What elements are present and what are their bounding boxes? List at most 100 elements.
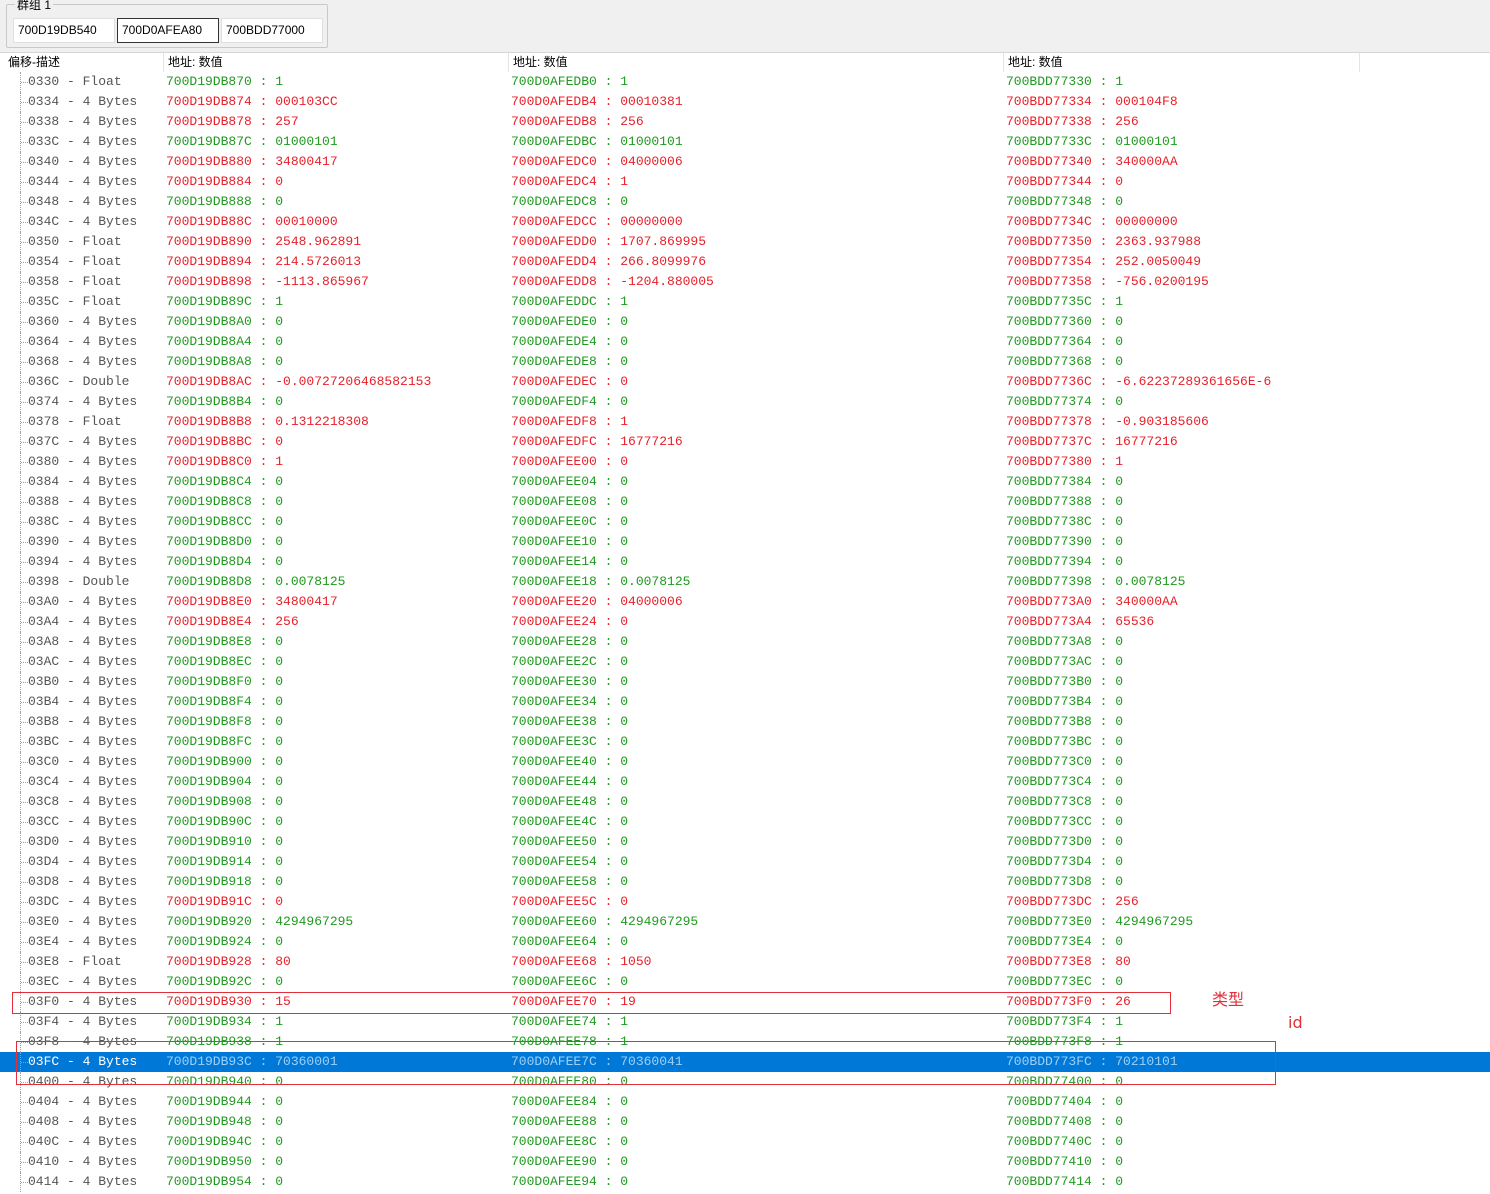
table-row[interactable]: 040C - 4 Bytes 700D19DB94C : 0 700D0AFEE8C… xyxy=(0,1132,1490,1152)
address-value-3: 700BDD773CC : 0 xyxy=(1006,814,1124,829)
table-row[interactable]: 0350 - Float 700D19DB890 : 2548.962891 700… xyxy=(0,232,1490,252)
table-row[interactable]: 038C - 4 Bytes 700D19DB8CC : 0 700D0AFEE0C… xyxy=(0,512,1490,532)
table-row[interactable]: 035C - Float 700D19DB89C : 1 700D0AFEDDC :… xyxy=(0,292,1490,312)
address-tab-2[interactable]: 700D0AFEA80 xyxy=(117,18,219,43)
address-value-1: 700D19DB8F0 : 0 xyxy=(166,674,284,689)
address-value-2: 700D0AFEE34 : 0 xyxy=(511,694,629,709)
header-offset-desc[interactable]: 偏移-描述 xyxy=(4,53,164,72)
table-row[interactable]: 0344 - 4 Bytes 700D19DB884 : 0 700D0AFEDC4… xyxy=(0,172,1490,192)
table-row[interactable]: 03DC - 4 Bytes 700D19DB91C : 0 700D0AFEE5C… xyxy=(0,892,1490,912)
table-row[interactable]: 0378 - Float 700D19DB8B8 : 0.1312218308 70… xyxy=(0,412,1490,432)
table-row[interactable]: 0340 - 4 Bytes 700D19DB880 : 34800417 700D… xyxy=(0,152,1490,172)
table-row[interactable]: 0364 - 4 Bytes 700D19DB8A4 : 0 700D0AFEDE4… xyxy=(0,332,1490,352)
table-row[interactable]: 03F8 - 4 Bytes 700D19DB938 : 1 700D0AFEE78… xyxy=(0,1032,1490,1052)
table-row[interactable]: 0360 - 4 Bytes 700D19DB8A0 : 0 700D0AFEDE0… xyxy=(0,312,1490,332)
address-value-1: 700D19DB88C : 00010000 xyxy=(166,214,338,229)
table-row[interactable]: 0334 - 4 Bytes 700D19DB874 : 000103CC 700D… xyxy=(0,92,1490,112)
offset-description: 03C4 - 4 Bytes xyxy=(28,774,138,789)
table-row[interactable]: 0400 - 4 Bytes 700D19DB940 : 0 700D0AFEE80… xyxy=(0,1072,1490,1092)
table-row[interactable]: 03B4 - 4 Bytes 700D19DB8F4 : 0 700D0AFEE34… xyxy=(0,692,1490,712)
address-value-1: 700D19DB92C : 0 xyxy=(166,974,284,989)
table-row[interactable]: 0394 - 4 Bytes 700D19DB8D4 : 0 700D0AFEE14… xyxy=(0,552,1490,572)
table-row[interactable]: 033C - 4 Bytes 700D19DB87C : 01000101 700D… xyxy=(0,132,1490,152)
table-row[interactable]: 0338 - 4 Bytes 700D19DB878 : 257 700D0AFED… xyxy=(0,112,1490,132)
table-row[interactable]: 03A0 - 4 Bytes 700D19DB8E0 : 34800417 700D… xyxy=(0,592,1490,612)
table-row[interactable]: 03D0 - 4 Bytes 700D19DB910 : 0 700D0AFEE50… xyxy=(0,832,1490,852)
header-address-value-2[interactable]: 地址: 数值 xyxy=(509,53,1004,72)
table-row[interactable]: 0410 - 4 Bytes 700D19DB950 : 0 700D0AFEE90… xyxy=(0,1152,1490,1172)
table-row[interactable]: 03E0 - 4 Bytes 700D19DB920 : 4294967295 70… xyxy=(0,912,1490,932)
group-panel: 群组 1 700D19DB540 700D0AFEA80 700BDD77000 xyxy=(6,0,328,48)
table-row[interactable]: 0408 - 4 Bytes 700D19DB948 : 0 700D0AFEE88… xyxy=(0,1112,1490,1132)
table-row[interactable]: 03D4 - 4 Bytes 700D19DB914 : 0 700D0AFEE54… xyxy=(0,852,1490,872)
header-address-value-1[interactable]: 地址: 数值 xyxy=(164,53,509,72)
address-value-2: 700D0AFEDD0 : 1707.869995 xyxy=(511,234,707,249)
address-value-3: 700BDD77410 : 0 xyxy=(1006,1154,1124,1169)
address-value-1: 700D19DB950 : 0 xyxy=(166,1154,284,1169)
table-row[interactable]: 0390 - 4 Bytes 700D19DB8D0 : 0 700D0AFEE10… xyxy=(0,532,1490,552)
address-value-2: 700D0AFEDDC : 1 xyxy=(511,294,629,309)
offset-description: 0378 - Float xyxy=(28,414,122,429)
table-row[interactable]: 034C - 4 Bytes 700D19DB88C : 00010000 700D… xyxy=(0,212,1490,232)
table-row[interactable]: 03EC - 4 Bytes 700D19DB92C : 0 700D0AFEE6C… xyxy=(0,972,1490,992)
table-row[interactable]: 037C - 4 Bytes 700D19DB8BC : 0 700D0AFEDFC… xyxy=(0,432,1490,452)
offset-description: 03D0 - 4 Bytes xyxy=(28,834,138,849)
table-row[interactable]: 03A8 - 4 Bytes 700D19DB8E8 : 0 700D0AFEE28… xyxy=(0,632,1490,652)
offset-description: 0368 - 4 Bytes xyxy=(28,354,138,369)
offset-description: 0388 - 4 Bytes xyxy=(28,494,138,509)
address-value-1: 700D19DB908 : 0 xyxy=(166,794,284,809)
table-row[interactable]: 0330 - Float 700D19DB870 : 1 700D0AFEDB0 :… xyxy=(0,72,1490,92)
table-row[interactable]: 03F0 - 4 Bytes 700D19DB930 : 15 700D0AFEE7… xyxy=(0,992,1490,1012)
address-value-2: 700D0AFEE6C : 0 xyxy=(511,974,629,989)
table-row[interactable]: 03CC - 4 Bytes 700D19DB90C : 0 700D0AFEE4C… xyxy=(0,812,1490,832)
table-row[interactable]: 03B8 - 4 Bytes 700D19DB8F8 : 0 700D0AFEE38… xyxy=(0,712,1490,732)
table-row[interactable]: 0368 - 4 Bytes 700D19DB8A8 : 0 700D0AFEDE8… xyxy=(0,352,1490,372)
address-value-3: 700BDD77414 : 0 xyxy=(1006,1174,1124,1189)
offset-description: 036C - Double xyxy=(28,374,130,389)
table-row[interactable]: 03B0 - 4 Bytes 700D19DB8F0 : 0 700D0AFEE30… xyxy=(0,672,1490,692)
table-row[interactable]: 0354 - Float 700D19DB894 : 214.5726013 700… xyxy=(0,252,1490,272)
address-tab-3[interactable]: 700BDD77000 xyxy=(221,18,323,43)
address-value-3: 700BDD773E0 : 4294967295 xyxy=(1006,914,1194,929)
table-row[interactable]: 0374 - 4 Bytes 700D19DB8B4 : 0 700D0AFEDF4… xyxy=(0,392,1490,412)
address-tab-1[interactable]: 700D19DB540 xyxy=(13,18,115,43)
table-row[interactable]: 03BC - 4 Bytes 700D19DB8FC : 0 700D0AFEE3C… xyxy=(0,732,1490,752)
offset-description: 0330 - Float xyxy=(28,74,122,89)
address-value-2: 700D0AFEE68 : 1050 xyxy=(511,954,652,969)
address-value-2: 700D0AFEDFC : 16777216 xyxy=(511,434,683,449)
header-address-value-3[interactable]: 地址: 数值 xyxy=(1004,53,1360,72)
table-row[interactable]: 03FC - 4 Bytes 700D19DB93C : 70360001 700D… xyxy=(0,1052,1490,1072)
address-value-2: 700D0AFEDD8 : -1204.880005 xyxy=(511,274,714,289)
table-row[interactable]: 03C4 - 4 Bytes 700D19DB904 : 0 700D0AFEE44… xyxy=(0,772,1490,792)
table-row[interactable]: 03AC - 4 Bytes 700D19DB8EC : 0 700D0AFEE2C… xyxy=(0,652,1490,672)
table-row[interactable]: 0398 - Double 700D19DB8D8 : 0.0078125 700D… xyxy=(0,572,1490,592)
address-value-2: 700D0AFEE7C : 70360041 xyxy=(511,1054,683,1069)
address-value-1: 700D19DB880 : 34800417 xyxy=(166,154,338,169)
address-value-3: 700BDD77360 : 0 xyxy=(1006,314,1124,329)
table-row[interactable]: 03C0 - 4 Bytes 700D19DB900 : 0 700D0AFEE40… xyxy=(0,752,1490,772)
table-row[interactable]: 03C8 - 4 Bytes 700D19DB908 : 0 700D0AFEE48… xyxy=(0,792,1490,812)
table-row[interactable]: 0384 - 4 Bytes 700D19DB8C4 : 0 700D0AFEE04… xyxy=(0,472,1490,492)
table-row[interactable]: 0348 - 4 Bytes 700D19DB888 : 0 700D0AFEDC8… xyxy=(0,192,1490,212)
table-row[interactable]: 03F4 - 4 Bytes 700D19DB934 : 1 700D0AFEE74… xyxy=(0,1012,1490,1032)
table-row[interactable]: 03E4 - 4 Bytes 700D19DB924 : 0 700D0AFEE64… xyxy=(0,932,1490,952)
table-row[interactable]: 0404 - 4 Bytes 700D19DB944 : 0 700D0AFEE84… xyxy=(0,1092,1490,1112)
table-row[interactable]: 0380 - 4 Bytes 700D19DB8C0 : 1 700D0AFEE00… xyxy=(0,452,1490,472)
address-value-2: 700D0AFEE18 : 0.0078125 xyxy=(511,574,691,589)
table-row[interactable]: 0414 - 4 Bytes 700D19DB954 : 0 700D0AFEE94… xyxy=(0,1172,1490,1192)
address-value-1: 700D19DB93C : 70360001 xyxy=(166,1054,338,1069)
offset-description: 03C0 - 4 Bytes xyxy=(28,754,138,769)
table-row[interactable]: 03E8 - Float 700D19DB928 : 80 700D0AFEE68 … xyxy=(0,952,1490,972)
table-row[interactable]: 036C - Double 700D19DB8AC : -0.0072720646… xyxy=(0,372,1490,392)
address-value-3: 700BDD773F4 : 1 xyxy=(1006,1014,1124,1029)
table-row[interactable]: 0388 - 4 Bytes 700D19DB8C8 : 0 700D0AFEE08… xyxy=(0,492,1490,512)
offset-description: 0334 - 4 Bytes xyxy=(28,94,138,109)
offset-description: 03F8 - 4 Bytes xyxy=(28,1034,138,1049)
offset-description: 03A8 - 4 Bytes xyxy=(28,634,138,649)
address-value-2: 700D0AFEE4C : 0 xyxy=(511,814,629,829)
table-row[interactable]: 03A4 - 4 Bytes 700D19DB8E4 : 256 700D0AFEE… xyxy=(0,612,1490,632)
address-value-2: 700D0AFEDB0 : 1 xyxy=(511,74,629,89)
table-row[interactable]: 0358 - Float 700D19DB898 : -1113.865967 70… xyxy=(0,272,1490,292)
address-value-2: 700D0AFEE70 : 19 xyxy=(511,994,636,1009)
table-row[interactable]: 03D8 - 4 Bytes 700D19DB918 : 0 700D0AFEE58… xyxy=(0,872,1490,892)
